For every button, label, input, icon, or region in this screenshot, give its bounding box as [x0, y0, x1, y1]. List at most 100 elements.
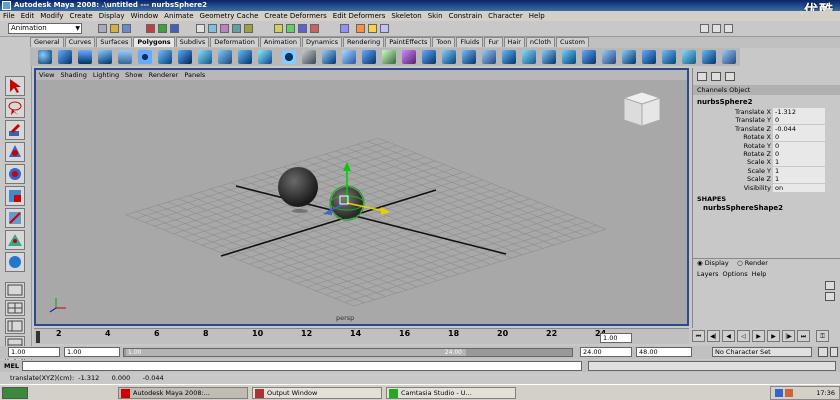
animation-preferences-icon[interactable] [830, 347, 838, 357]
channel-value[interactable]: 0 [773, 141, 825, 150]
select-by-component-icon[interactable] [170, 24, 179, 33]
range-slider-handle[interactable]: 1.00 24.00 [126, 349, 466, 356]
select-by-object-icon[interactable] [158, 24, 167, 33]
shelf-tab-toon[interactable]: Toon [432, 37, 456, 47]
new-layer-selected-icon[interactable] [825, 292, 835, 301]
open-scene-icon[interactable] [110, 24, 119, 33]
menu-create[interactable]: Create [66, 12, 95, 20]
render-radio[interactable]: ○ Render [737, 259, 768, 267]
layer-editor-toggle-icon[interactable] [725, 72, 735, 81]
shelf-tab-custom[interactable]: Custom [556, 37, 589, 47]
move-tool[interactable] [5, 142, 25, 162]
shelf-tab-general[interactable]: General [30, 37, 64, 47]
menu-create-deformers[interactable]: Create Deformers [261, 12, 329, 20]
merge-icon[interactable] [482, 50, 496, 64]
snap-view-plane-icon[interactable] [310, 24, 319, 33]
menu-skin[interactable]: Skin [425, 12, 446, 20]
shelf-tab-rendering[interactable]: Rendering [343, 37, 385, 47]
render-current-frame-icon[interactable] [356, 24, 365, 33]
snap-curve-icon[interactable] [286, 24, 295, 33]
shelf-tab-surfaces[interactable]: Surfaces [96, 37, 133, 47]
shelf-tab-dynamics[interactable]: Dynamics [301, 37, 343, 47]
fill-hole-icon[interactable] [622, 50, 636, 64]
save-scene-icon[interactable] [122, 24, 131, 33]
current-time-marker[interactable] [36, 331, 40, 343]
channel-box-toggle-icon[interactable] [697, 72, 707, 81]
channel-row[interactable]: Scale X1 [693, 158, 840, 167]
persp-viewport[interactable]: View Shading Lighting Show Renderer Panels [34, 68, 689, 326]
menu-geometry-cache[interactable]: Geometry Cache [197, 12, 262, 20]
key-icon[interactable]: ⚿ [816, 330, 829, 342]
shelf-tab-animation[interactable]: Animation [259, 37, 301, 47]
nurbs-sphere-1[interactable] [278, 167, 318, 207]
poly-pipe-icon[interactable] [198, 50, 212, 64]
new-scene-icon[interactable] [98, 24, 107, 33]
channel-value[interactable]: -0.044 [773, 124, 825, 133]
poly-prism-icon[interactable] [158, 50, 172, 64]
poly-soccer-ball-icon[interactable] [238, 50, 252, 64]
layer-menu-help[interactable]: Help [752, 270, 767, 278]
step-forward-key-icon[interactable]: |▶ [782, 330, 795, 342]
range-slider[interactable]: 1.00 24.00 [123, 348, 573, 357]
show-channel-box-icon[interactable] [724, 24, 733, 33]
mel-label[interactable]: MEL [4, 362, 19, 370]
layer-menu-options[interactable]: Options [723, 270, 748, 278]
universal-manipulator-tool[interactable] [5, 208, 25, 228]
quadrangulate-icon[interactable] [662, 50, 676, 64]
history-icon[interactable] [340, 24, 349, 33]
shelf-tab-polygons[interactable]: Polygons [133, 37, 175, 47]
rotate-tool[interactable] [5, 164, 25, 184]
poly-torus-icon[interactable] [138, 50, 152, 64]
combine-icon[interactable] [282, 50, 296, 64]
insert-edge-loop-icon[interactable] [422, 50, 436, 64]
animation-end-field[interactable]: 48.00 [636, 347, 692, 357]
taskbar-item-output-window[interactable]: Output Window [252, 387, 382, 399]
channels-menu[interactable]: Channels [697, 86, 727, 94]
playback-start-field[interactable]: 1.00 [64, 347, 120, 357]
triangulate-icon[interactable] [642, 50, 656, 64]
layout-persp-outliner[interactable] [5, 318, 25, 334]
panel-menu-lighting[interactable]: Lighting [90, 71, 122, 79]
channel-value[interactable]: 0 [773, 116, 825, 125]
poly-pyramid-icon[interactable] [178, 50, 192, 64]
collapse-icon[interactable] [502, 50, 516, 64]
channel-row[interactable]: Translate Y0 [693, 116, 840, 125]
shelf-tab-deformation[interactable]: Deformation [210, 37, 259, 47]
menu-help[interactable]: Help [526, 12, 548, 20]
split-polygon-icon[interactable] [402, 50, 416, 64]
channel-value[interactable]: 1 [773, 166, 825, 175]
poly-helix-icon[interactable] [218, 50, 232, 64]
bevel-icon[interactable] [462, 50, 476, 64]
mask-curves-icon[interactable] [220, 24, 229, 33]
shelf-tab-fluids[interactable]: Fluids [456, 37, 484, 47]
scene-view[interactable] [36, 80, 687, 324]
soften-edge-icon[interactable] [702, 50, 716, 64]
snap-grid-icon[interactable] [274, 24, 283, 33]
shelf-tab-ncloth[interactable]: nCloth [525, 37, 555, 47]
layout-single-pane[interactable] [5, 282, 25, 298]
bridge-icon[interactable] [362, 50, 376, 64]
display-radio[interactable]: ◉ Display [697, 259, 729, 267]
panel-menu-panels[interactable]: Panels [181, 71, 208, 79]
menu-window[interactable]: Window [128, 12, 162, 20]
poly-sphere-icon[interactable] [38, 50, 52, 64]
mask-deformers-icon[interactable] [244, 24, 253, 33]
append-polygon-icon[interactable] [382, 50, 396, 64]
paint-select-tool[interactable] [5, 120, 25, 140]
step-back-key-icon[interactable]: ◀| [707, 330, 720, 342]
shelf-tab-curves[interactable]: Curves [64, 37, 96, 47]
go-to-start-icon[interactable]: ⏮ [692, 330, 705, 342]
channel-value[interactable]: 1 [773, 158, 825, 167]
select-tool[interactable] [5, 76, 25, 96]
auto-key-icon[interactable] [818, 347, 828, 357]
channel-row[interactable]: Rotate Y0 [693, 141, 840, 150]
menu-file[interactable]: File [0, 12, 18, 20]
panel-menu-view[interactable]: View [36, 71, 57, 79]
channel-value[interactable]: 0 [773, 133, 825, 142]
menu-constrain[interactable]: Constrain [446, 12, 486, 20]
mel-input[interactable] [22, 361, 582, 371]
mask-surfaces-icon[interactable] [232, 24, 241, 33]
lasso-tool[interactable] [5, 98, 25, 118]
show-attribute-editor-icon[interactable] [700, 24, 709, 33]
mask-joints-icon[interactable] [208, 24, 217, 33]
